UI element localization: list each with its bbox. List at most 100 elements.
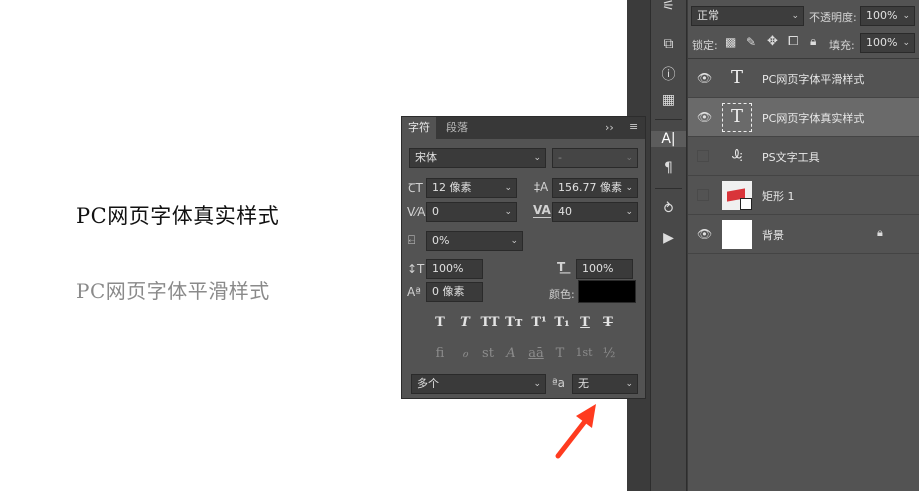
vertical-scale-value: 100% xyxy=(432,262,464,275)
character-panel-icon[interactable]: A| xyxy=(651,131,686,147)
horizontal-scale-input[interactable]: 100% xyxy=(576,259,633,279)
lock-transparent-icon[interactable]: ▩ xyxy=(725,35,736,49)
layer-row[interactable]: 矩形 1 xyxy=(688,176,919,215)
faux-bold-icon[interactable]: T xyxy=(431,315,449,330)
layer-row[interactable]: 👁︎ 背景 🔒︎ xyxy=(688,215,919,254)
lock-pixels-brush-icon[interactable]: ✎ xyxy=(746,35,756,49)
chevron-down-icon: ⌄ xyxy=(533,379,541,389)
panel-menu-icon[interactable]: ≡ xyxy=(629,120,638,133)
all-caps-icon[interactable]: TT xyxy=(479,315,501,330)
color-swatch[interactable] xyxy=(578,280,636,303)
horizontal-scale-value: 100% xyxy=(582,262,614,275)
tab-character[interactable]: 字符 xyxy=(402,117,436,139)
layer-row[interactable]: ꕋ PS文字工具 xyxy=(688,137,919,176)
vertical-scale-icon: ↕T xyxy=(407,262,425,276)
titling-alternates-icon[interactable]: T xyxy=(550,346,570,361)
tracking-value: 40 xyxy=(558,205,572,218)
font-style-select[interactable]: - ⌄ xyxy=(552,148,638,168)
layers-panel: 正常 ⌄ 不透明度: 100% ⌄ 锁定: ▩ ✎ ✥ ⧠ 🔒︎ 填充: 100… xyxy=(688,0,919,491)
layer-name[interactable]: PC网页字体平滑样式 xyxy=(762,71,864,87)
layer-name[interactable]: PC网页字体真实样式 xyxy=(762,110,864,126)
swash-icon[interactable]: A xyxy=(501,346,521,361)
blend-mode-select[interactable]: 正常 ⌄ xyxy=(691,6,804,26)
panel-tab-bar: 字符 段落 ›› ≡ xyxy=(402,117,645,139)
antialias-icon: ªa xyxy=(552,376,566,390)
leading-input[interactable]: 156.77 像素 ⌄ xyxy=(552,178,638,198)
faux-italic-icon[interactable]: T xyxy=(456,315,474,330)
horizontal-scale-icon: T͟ xyxy=(557,260,566,274)
chevron-down-icon: ⌄ xyxy=(625,379,633,389)
kerning-input[interactable]: 0 ⌄ xyxy=(426,202,517,222)
leading-value: 156.77 像素 xyxy=(558,181,622,194)
tab-paragraph[interactable]: 段落 xyxy=(440,117,474,139)
underline-icon[interactable]: T xyxy=(576,315,594,330)
chevron-down-icon: ⌄ xyxy=(504,183,512,193)
lock-icon: 🔒︎ xyxy=(877,226,883,239)
fractions-icon[interactable]: ½ xyxy=(599,346,619,361)
font-size-input[interactable]: 12 像素 ⌄ xyxy=(426,178,517,198)
baseline-shift-icon: Aª xyxy=(407,285,421,299)
ordinals-icon[interactable]: 1st xyxy=(572,346,596,359)
tsume-input[interactable]: 0% ⌄ xyxy=(426,231,523,251)
subscript-icon[interactable]: T₁ xyxy=(552,315,572,330)
lock-all-icon[interactable]: 🔒︎ xyxy=(810,34,816,49)
fill-input[interactable]: 100% ⌄ xyxy=(860,33,915,53)
grid-icon[interactable]: ▦ xyxy=(651,92,686,108)
superscript-icon[interactable]: T¹ xyxy=(529,315,549,330)
actions-play-icon[interactable]: ▶ xyxy=(651,230,686,246)
hidden-visibility-box[interactable] xyxy=(697,150,709,162)
eye-visibility-icon[interactable]: 👁︎ xyxy=(697,71,712,85)
double-chevron-icon[interactable]: ›› xyxy=(605,121,614,134)
eye-visibility-icon[interactable]: 👁︎ xyxy=(697,227,712,241)
tracking-input[interactable]: 40 ⌄ xyxy=(552,202,638,222)
discretionary-ligatures-icon[interactable]: st xyxy=(478,346,498,361)
blend-mode-value: 正常 xyxy=(697,9,719,22)
character-panel: 字符 段落 ›› ≡ 宋体 ⌄ - ⌄ ꞆT 12 像素 ⌄ ‡A 156.77… xyxy=(401,116,646,399)
language-select[interactable]: 多个 ⌄ xyxy=(411,374,546,394)
history-icon[interactable]: ⥁ xyxy=(651,201,686,217)
fill-value: 100% xyxy=(866,36,898,49)
lock-position-icon[interactable]: ✥ xyxy=(767,34,778,49)
lock-artboard-icon[interactable]: ⧠ xyxy=(788,34,798,49)
layer-name[interactable]: 矩形 1 xyxy=(762,188,795,204)
warp-text-icon: ꕋ xyxy=(730,145,744,165)
info-icon[interactable]: ⓘ xyxy=(651,64,686,84)
adjustments-icon[interactable]: ⚟ xyxy=(651,0,686,14)
canvas-sample-smooth-text: PC网页字体平滑样式 xyxy=(76,279,270,303)
font-family-value: 宋体 xyxy=(415,151,437,164)
text-layer-thumbnail-icon: T xyxy=(722,103,752,132)
ligatures-icon[interactable]: fi xyxy=(430,346,450,361)
chevron-down-icon: ⌄ xyxy=(533,153,541,163)
layer-name[interactable]: PS文字工具 xyxy=(762,149,820,165)
tsume-icon: ⍇ xyxy=(408,233,416,247)
paragraph-icon[interactable]: ¶ xyxy=(651,160,686,176)
chevron-down-icon: ⌄ xyxy=(504,207,512,217)
layer-row[interactable]: 👁︎ T PC网页字体平滑样式 xyxy=(688,59,919,98)
antialias-value: 无 xyxy=(578,377,589,390)
old-style-icon[interactable]: ℴ xyxy=(455,346,475,361)
strikethrough-icon[interactable]: T xyxy=(599,315,617,330)
vector-mask-icon xyxy=(740,198,752,210)
baseline-shift-input[interactable]: 0 像素 xyxy=(426,282,483,302)
shape-layer-thumbnail xyxy=(722,181,752,210)
lock-label: 锁定: xyxy=(692,39,718,52)
fill-label: 填充: xyxy=(829,39,855,52)
opacity-value: 100% xyxy=(866,9,898,22)
small-caps-icon[interactable]: Tт xyxy=(504,315,524,330)
opacity-label: 不透明度: xyxy=(809,11,857,24)
antialias-select[interactable]: 无 ⌄ xyxy=(572,374,638,394)
opacity-input[interactable]: 100% ⌄ xyxy=(860,6,915,26)
language-value: 多个 xyxy=(417,377,439,390)
stylistic-alternates-icon[interactable]: aā xyxy=(525,346,547,361)
chevron-down-icon: ⌄ xyxy=(510,236,518,246)
arrow-shaft xyxy=(555,417,589,459)
vertical-scale-input[interactable]: 100% xyxy=(426,259,483,279)
layer-name[interactable]: 背景 xyxy=(762,227,784,243)
layer-row-selected[interactable]: 👁︎ T PC网页字体真实样式 xyxy=(688,98,919,137)
eye-visibility-icon[interactable]: 👁︎ xyxy=(697,110,712,124)
font-family-select[interactable]: 宋体 ⌄ xyxy=(409,148,546,168)
hidden-visibility-box[interactable] xyxy=(697,189,709,201)
3d-cube-icon[interactable]: ⧉ xyxy=(651,36,686,52)
red-arrow-annotation xyxy=(555,404,596,459)
font-size-value: 12 像素 xyxy=(432,181,472,194)
